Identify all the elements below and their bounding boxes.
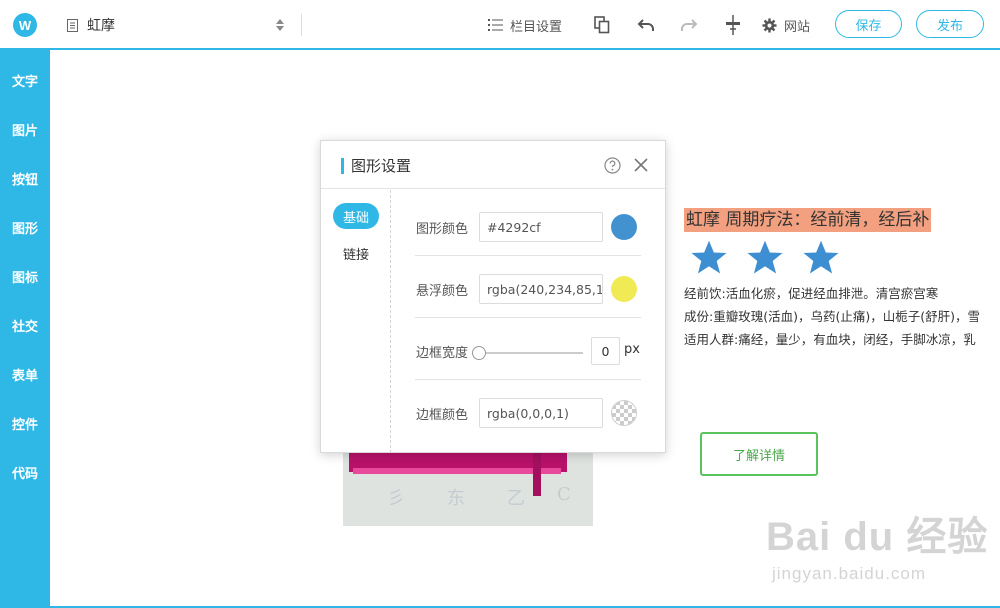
fill-color-label: 图形颜色 <box>416 222 469 237</box>
baidu-watermark: Bai du 经验 jingyan.baidu.com <box>766 504 988 584</box>
help-icon[interactable] <box>604 157 621 174</box>
image-pink-bar <box>533 450 541 496</box>
sidebar-item-text[interactable]: 文字 <box>0 56 50 105</box>
component-sidebar: 文字 图片 按钮 图形 图标 社交 表单 控件 代码 <box>0 50 50 608</box>
dialog-body: 图形颜色 #4292cf 悬浮颜色 rgba(240,234,85,1) 边框宽… <box>391 190 667 453</box>
star-icon <box>747 240 783 274</box>
align-center-button[interactable] <box>725 14 741 36</box>
sort-arrows-icon <box>276 19 284 31</box>
align-center-icon <box>726 15 740 35</box>
border-width-unit: px <box>624 342 640 357</box>
star-icon <box>691 240 727 274</box>
learn-more-button[interactable]: 了解详情 <box>700 432 818 476</box>
redo-button[interactable] <box>680 14 698 36</box>
border-width-input[interactable]: 0 <box>591 337 620 365</box>
app-logo[interactable]: W <box>0 0 50 50</box>
gear-icon <box>762 17 777 33</box>
logo-badge: W <box>13 13 37 37</box>
publish-button[interactable]: 发布 <box>916 10 984 38</box>
product-description-line[interactable]: 成份:重瓣玫瑰(活血)，乌药(止痛)，山栀子(舒肝)，雪 <box>684 307 1000 327</box>
undo-button[interactable] <box>637 14 655 36</box>
fill-color-swatch[interactable] <box>611 214 637 240</box>
hover-color-label: 悬浮颜色 <box>416 284 469 299</box>
column-settings-label: 栏目设置 <box>510 19 563 35</box>
page-name: 虹摩 <box>87 18 115 34</box>
border-color-label: 边框颜色 <box>416 408 469 423</box>
border-width-slider-handle[interactable] <box>472 346 486 360</box>
tab-link[interactable]: 链接 <box>333 240 379 266</box>
sidebar-item-icon[interactable]: 图标 <box>0 252 50 301</box>
redo-icon <box>681 19 698 31</box>
image-glyph: 乙 <box>507 488 525 509</box>
hover-color-swatch[interactable] <box>611 276 637 302</box>
sidebar-item-control[interactable]: 控件 <box>0 399 50 448</box>
close-icon[interactable] <box>633 157 649 173</box>
hover-color-row: 悬浮颜色 rgba(240,234,85,1) <box>391 256 667 318</box>
column-settings-button[interactable]: 栏目设置 <box>488 14 562 36</box>
border-width-slider-track[interactable] <box>479 352 583 354</box>
dialog-title: 图形设置 <box>351 157 412 175</box>
tab-basic[interactable]: 基础 <box>333 203 379 229</box>
border-color-swatch[interactable] <box>611 400 637 426</box>
image-glyph: 东 <box>447 488 465 509</box>
image-glyph: C <box>557 484 571 505</box>
dialog-tabs: 基础 链接 <box>321 190 391 453</box>
website-label: 网站 <box>784 19 811 35</box>
copy-button[interactable] <box>594 14 610 36</box>
border-width-row: 边框宽度 0 px <box>391 318 667 380</box>
fill-color-row: 图形颜色 #4292cf <box>391 194 667 256</box>
hover-color-input[interactable]: rgba(240,234,85,1) <box>479 274 603 304</box>
product-description-line[interactable]: 适用人群:痛经，量少，有血块，闭经，手脚冰凉，乳 <box>684 330 1000 350</box>
shape-settings-dialog: 图形设置 基础 链接 图形颜色 #4292cf 悬浮颜色 rgba(240,23… <box>320 140 666 453</box>
product-headline[interactable]: 虹摩 周期疗法：经前清，经后补 <box>684 208 932 232</box>
sidebar-item-social[interactable]: 社交 <box>0 301 50 350</box>
border-width-label: 边框宽度 <box>416 346 469 361</box>
fill-color-input[interactable]: #4292cf <box>479 212 603 242</box>
star-icon <box>803 240 839 274</box>
sidebar-item-button[interactable]: 按钮 <box>0 154 50 203</box>
undo-icon <box>637 19 654 31</box>
image-glyph: 彡 <box>387 488 405 509</box>
product-image[interactable]: 彡 东 乙 C <box>343 450 593 526</box>
sidebar-item-image[interactable]: 图片 <box>0 105 50 154</box>
page-selector[interactable]: 虹摩 <box>66 14 302 36</box>
sidebar-item-form[interactable]: 表单 <box>0 350 50 399</box>
top-toolbar: W 虹摩 栏目设置 网站 保存 发布 <box>0 0 1000 50</box>
border-color-input[interactable]: rgba(0,0,0,1) <box>479 398 603 428</box>
dialog-header[interactable]: 图形设置 <box>321 141 665 189</box>
product-description-line[interactable]: 经前饮:活血化瘀，促进经血排泄。清宫瘀宫寒 <box>684 284 1000 304</box>
copy-icon <box>594 16 610 34</box>
title-accent-bar <box>341 158 344 174</box>
watermark-logo: Bai du 经验 <box>766 515 989 559</box>
sidebar-item-code[interactable]: 代码 <box>0 448 50 497</box>
image-pink-edge <box>353 468 561 474</box>
watermark-url: jingyan.baidu.com <box>772 564 927 583</box>
save-button[interactable]: 保存 <box>835 10 902 38</box>
sidebar-item-shape[interactable]: 图形 <box>0 203 50 252</box>
document-icon <box>67 18 78 32</box>
border-color-row: 边框颜色 rgba(0,0,0,1) <box>391 380 667 442</box>
website-button[interactable]: 网站 <box>762 14 810 36</box>
list-icon <box>488 19 503 31</box>
star-rating[interactable] <box>690 240 840 276</box>
